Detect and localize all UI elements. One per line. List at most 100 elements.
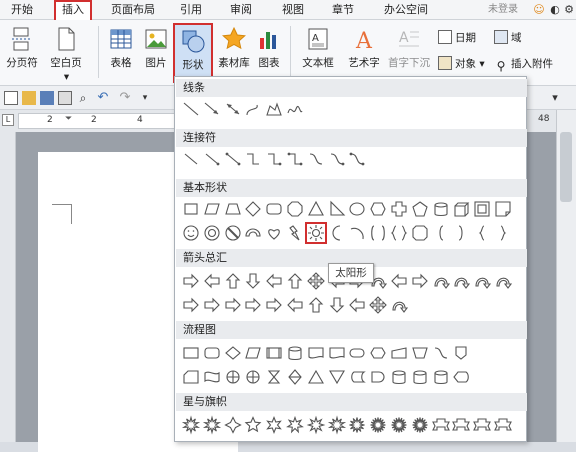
shape-terminator[interactable] (347, 343, 367, 363)
expand-icon[interactable]: ▾ (548, 91, 562, 105)
shape-arrow-connector[interactable] (202, 149, 222, 169)
shape-ribbon-down[interactable] (451, 415, 471, 435)
shape-double-bracket[interactable] (368, 223, 388, 243)
shape-right-brace[interactable] (493, 223, 513, 243)
shape-manual-input[interactable] (389, 343, 409, 363)
shape-elbow-double-arrow-connector[interactable] (285, 149, 305, 169)
shape-sun[interactable] (304, 222, 327, 244)
shape-curved-connector[interactable] (306, 149, 326, 169)
shape-down-arrow-callout[interactable] (327, 295, 347, 315)
shape-elbow-arrow-connector[interactable] (264, 149, 284, 169)
shape-striped-right-arrow[interactable] (181, 295, 201, 315)
shape-curved-double-arrow-connector[interactable] (347, 149, 367, 169)
shape-document[interactable] (306, 343, 326, 363)
shape-lightning[interactable] (285, 223, 305, 243)
shape-explosion2[interactable] (202, 415, 222, 435)
shape-parallelogram[interactable] (202, 199, 222, 219)
shape-data[interactable] (243, 343, 263, 363)
shape-bent-up-arrow[interactable] (410, 271, 430, 291)
scrollbar-thumb[interactable] (560, 132, 572, 202)
shape-connector[interactable] (431, 343, 451, 363)
tab-references[interactable]: 引用 (176, 0, 206, 20)
shape-left-arrow-callout[interactable] (285, 295, 305, 315)
shape-predefined[interactable] (264, 343, 284, 363)
tab-view[interactable]: 视图 (278, 0, 308, 20)
horizontal-ruler[interactable]: 2 ⏷ 2 4 (18, 113, 178, 129)
shape-curved-right-arrow[interactable] (431, 271, 451, 291)
shape-line[interactable] (181, 99, 201, 119)
material-library-button[interactable]: 素材库 (216, 23, 252, 83)
shape-block-arc[interactable] (243, 223, 263, 243)
shape-up-down-arrow[interactable] (285, 271, 305, 291)
shape-curved-arrow-connector[interactable] (327, 149, 347, 169)
shape-down-arrow[interactable] (243, 271, 263, 291)
shape-star8[interactable] (306, 415, 326, 435)
tab-chapter[interactable]: 章节 (328, 0, 358, 20)
shape-alternate-process[interactable] (202, 343, 222, 363)
vertical-scrollbar[interactable] (556, 110, 576, 442)
indent-marker-icon[interactable]: ⏷ (65, 114, 72, 124)
shape-right-arrow[interactable] (181, 271, 201, 291)
shape-double-arrow[interactable] (223, 99, 243, 119)
shape-moon[interactable] (327, 223, 347, 243)
date-button[interactable]: 日期 (438, 29, 476, 47)
shape-ellipse[interactable] (347, 199, 367, 219)
shape-pentagon-arrow[interactable] (223, 295, 243, 315)
shape-smiley[interactable] (181, 223, 201, 243)
shape-quad-arrow-callout[interactable] (368, 295, 388, 315)
shape-curved-ribbon-up[interactable] (472, 415, 492, 435)
shape-double-brace[interactable] (389, 223, 409, 243)
shape-rounded-rectangle[interactable] (264, 199, 284, 219)
blank-page-button[interactable]: 空白页 ▾ (44, 23, 88, 83)
skin-icon[interactable]: ◐ (548, 3, 562, 17)
shape-plaque[interactable] (410, 223, 430, 243)
shape-right-arrow-callout[interactable] (264, 295, 284, 315)
shape-summing-junction[interactable] (223, 367, 243, 387)
undo-icon[interactable]: ↶ (96, 91, 110, 105)
shape-direct-access[interactable] (431, 367, 451, 387)
shape-hexagon[interactable] (368, 199, 388, 219)
shape-star12[interactable] (347, 415, 367, 435)
shape-no-symbol[interactable] (223, 223, 243, 243)
shape-star10[interactable] (327, 415, 347, 435)
shape-quad-arrow[interactable] (306, 271, 326, 291)
shape-octagon[interactable] (285, 199, 305, 219)
shape-magnetic-disk[interactable] (410, 367, 430, 387)
shape-ribbon-up[interactable] (431, 415, 451, 435)
tab-stop-selector[interactable]: L (2, 114, 14, 126)
shape-straight-connector[interactable] (181, 149, 201, 169)
shape-isosceles-triangle[interactable] (306, 199, 326, 219)
shape-arc[interactable] (347, 223, 367, 243)
tab-home[interactable]: 开始 (8, 0, 36, 20)
shape-star5[interactable] (243, 415, 263, 435)
shape-bevel[interactable] (472, 199, 492, 219)
shape-trapezoid[interactable] (223, 199, 243, 219)
print-icon[interactable] (58, 91, 72, 105)
page-break-button[interactable]: 分页符 (2, 23, 42, 83)
shape-left-up-arrow[interactable] (389, 271, 409, 291)
shape-curve[interactable] (243, 99, 263, 119)
chart-button[interactable]: 图表 (254, 23, 284, 83)
shape-chevron-arrow[interactable] (243, 295, 263, 315)
table-button[interactable]: 表格 (104, 23, 138, 83)
shape-curved-up-arrow[interactable] (472, 271, 492, 291)
shape-stored-data[interactable] (347, 367, 367, 387)
wordart-button[interactable]: A 艺术字 (344, 23, 384, 83)
shape-double-arrow-connector[interactable] (223, 149, 243, 169)
shape-explosion1[interactable] (181, 415, 201, 435)
shape-rectangle[interactable] (181, 199, 201, 219)
shape-decision[interactable] (223, 343, 243, 363)
object-button[interactable]: 对象 ▾ (438, 55, 485, 73)
login-status[interactable]: 未登录 (488, 0, 518, 20)
tab-review[interactable]: 审阅 (226, 0, 256, 20)
shape-left-bracket[interactable] (431, 223, 451, 243)
new-document-icon[interactable] (4, 91, 18, 105)
shape-or[interactable] (243, 367, 263, 387)
shape-star7[interactable] (285, 415, 305, 435)
shape-multidocument[interactable] (327, 343, 347, 363)
shape-sort[interactable] (285, 367, 305, 387)
shape-display[interactable] (451, 367, 471, 387)
shape-internal-storage[interactable] (285, 343, 305, 363)
customize-toolbar-icon[interactable]: ▾ (138, 91, 152, 105)
shape-extract[interactable] (306, 367, 326, 387)
